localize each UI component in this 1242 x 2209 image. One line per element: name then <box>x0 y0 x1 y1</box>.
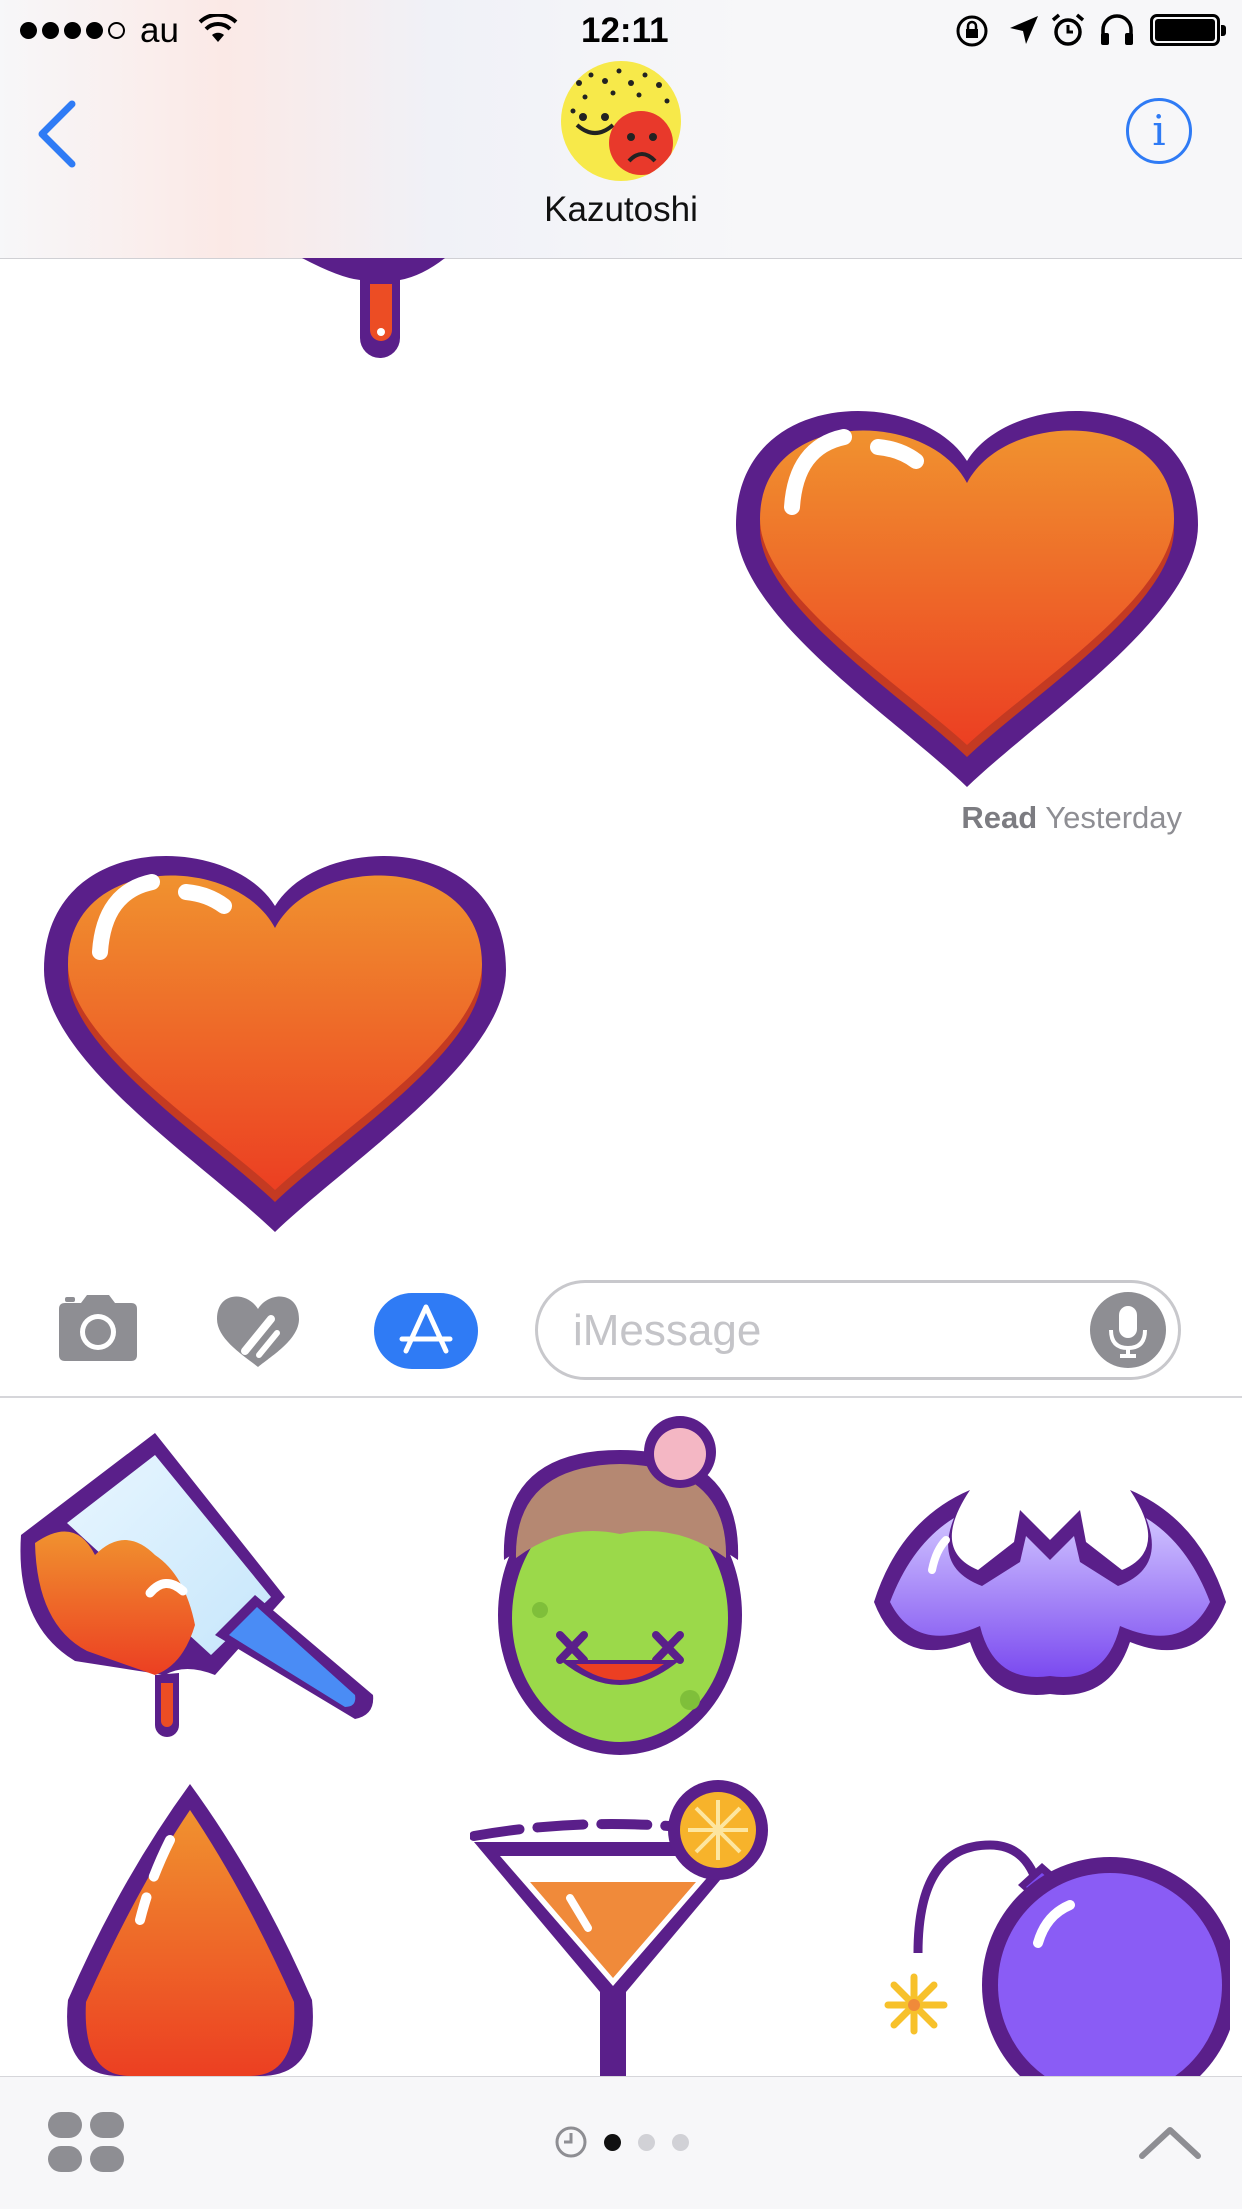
signal-dot-2 <box>42 22 59 39</box>
wifi-icon <box>198 14 238 42</box>
blood-drop-sticker[interactable] <box>60 1780 320 2076</box>
signal-dot-1 <box>20 22 37 39</box>
read-receipt: Read Yesterday <box>800 800 1182 836</box>
app-store-icon[interactable] <box>374 1293 478 1369</box>
digital-touch-heart-icon[interactable] <box>215 1293 301 1369</box>
info-icon[interactable]: i <box>1126 98 1192 164</box>
signal-dot-3 <box>64 22 81 39</box>
camera-icon[interactable] <box>55 1293 141 1363</box>
headphones-icon <box>1101 14 1133 45</box>
message-input-placeholder: iMessage <box>573 1306 762 1355</box>
blood-drip-sticker-message[interactable] <box>300 258 450 373</box>
app-drawer-bar <box>0 2076 1242 2209</box>
zombie-sticker[interactable] <box>480 1410 770 1770</box>
rotation-lock-icon <box>956 15 988 47</box>
microphone-icon[interactable] <box>1090 1292 1166 1368</box>
read-time: Yesterday <box>1045 800 1182 835</box>
heart-sticker-received[interactable] <box>40 840 510 1240</box>
read-label: Read <box>961 800 1038 835</box>
alarm-icon <box>1051 13 1085 46</box>
cleaver-sticker[interactable] <box>15 1425 375 1745</box>
signal-dot-5 <box>108 22 125 39</box>
battery-icon <box>1150 14 1226 46</box>
app-drawer-icon[interactable] <box>48 2112 124 2174</box>
signal-dot-4 <box>86 22 103 39</box>
bomb-sticker[interactable] <box>870 1835 1230 2076</box>
heart-sticker-sent[interactable] <box>732 395 1202 795</box>
clock: 12:11 <box>581 11 669 50</box>
contact-name[interactable]: Kazutoshi <box>421 190 821 230</box>
status-bar: au 12:11 <box>0 0 1242 62</box>
page-dot[interactable] <box>672 2134 689 2151</box>
page-dot-active[interactable] <box>604 2134 621 2151</box>
cocktail-sticker[interactable] <box>470 1778 770 2076</box>
location-icon <box>1010 16 1038 44</box>
expand-chevron-up-icon[interactable] <box>1138 2122 1202 2162</box>
bat-sticker[interactable] <box>870 1470 1230 1710</box>
carrier-label: au <box>140 11 179 50</box>
back-chevron-icon[interactable] <box>30 96 90 172</box>
recents-clock-icon[interactable] <box>553 2124 589 2160</box>
page-dot[interactable] <box>638 2134 655 2151</box>
contact-avatar[interactable] <box>561 61 681 181</box>
